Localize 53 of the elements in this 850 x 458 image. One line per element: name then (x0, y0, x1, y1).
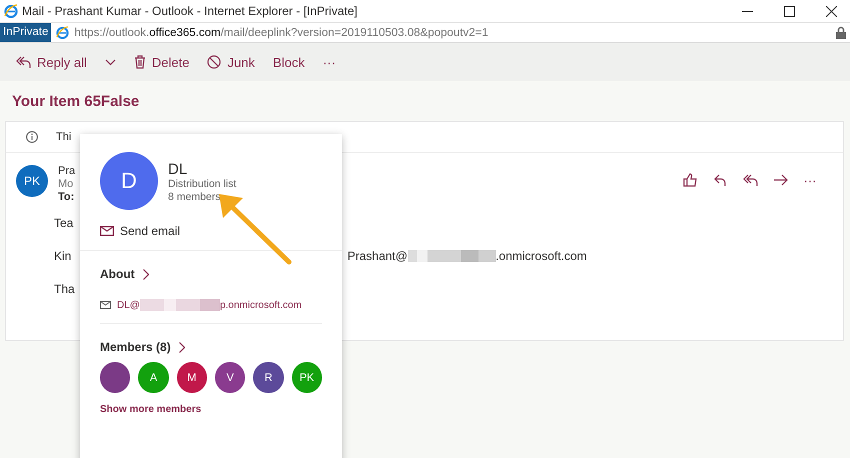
to-label: To: (58, 191, 76, 204)
junk-button[interactable]: Junk (201, 50, 261, 74)
close-icon (826, 6, 836, 16)
member-avatar[interactable]: M (176, 362, 207, 393)
window-title: Mail - Prashant Kumar - Outlook - Internet Explorer - [InPrivate] (22, 4, 358, 18)
group-avatar: D (100, 152, 158, 210)
like-button[interactable] (681, 171, 699, 189)
inprivate-badge: InPrivate (0, 23, 52, 42)
email-text: p.onmicrosoft.com (220, 300, 302, 310)
send-email-button[interactable]: Send email (100, 224, 180, 238)
url-field[interactable]: https://outlook.office365.com/mail/deeplink?version=2019110503.08&popoutv2=1 (74, 26, 831, 38)
mail-icon (100, 301, 111, 309)
body-text: Kin (54, 249, 72, 263)
group-type: Distribution list (168, 178, 236, 191)
info-text: Thi (56, 131, 72, 143)
member-avatar[interactable] (100, 362, 130, 393)
body-text: Tea (54, 216, 74, 230)
body-text: Tha (54, 282, 75, 296)
block-icon (207, 55, 222, 69)
email-text: .onmicrosoft.com (496, 249, 587, 263)
sender-name: Pra (58, 165, 76, 178)
mail-icon (100, 226, 114, 236)
reply-all-button[interactable]: Reply all (10, 50, 93, 74)
show-more-members-link[interactable]: Show more members (100, 404, 202, 415)
member-avatar[interactable]: V (214, 362, 246, 393)
member-avatar[interactable]: R (253, 362, 284, 393)
group-name: DL (168, 161, 188, 178)
more-button[interactable]: ··· (801, 171, 819, 189)
delete-button[interactable]: Delete (128, 50, 196, 74)
browser-logo-icon (4, 4, 18, 18)
about-link[interactable]: About (100, 267, 149, 281)
email-text: Prashant@ (347, 249, 408, 263)
sent-date: Mo (58, 178, 74, 191)
maximize-icon (784, 6, 794, 16)
more-button[interactable]: ··· (316, 50, 342, 74)
reply-icon (714, 174, 726, 186)
thumbs-up-icon (682, 173, 698, 187)
arrow-right-icon (772, 174, 788, 186)
reply-all-icon (16, 56, 31, 68)
email-subject: Your Item 65False (11, 92, 140, 112)
member-count: 8 members (168, 191, 222, 204)
browser-logo-icon (56, 26, 70, 39)
info-icon (26, 131, 38, 143)
email-text: DL@ (117, 300, 140, 310)
lock-icon (836, 26, 846, 39)
trash-icon (134, 55, 146, 69)
chevron-down-icon (104, 58, 116, 66)
chevron-right-icon (142, 268, 149, 280)
members-link[interactable]: Members (8) (100, 340, 185, 354)
block-button[interactable]: Block (266, 50, 311, 74)
reply-all-icon (742, 174, 758, 186)
chevron-right-icon (178, 342, 185, 352)
sender-avatar: PK (16, 165, 48, 197)
